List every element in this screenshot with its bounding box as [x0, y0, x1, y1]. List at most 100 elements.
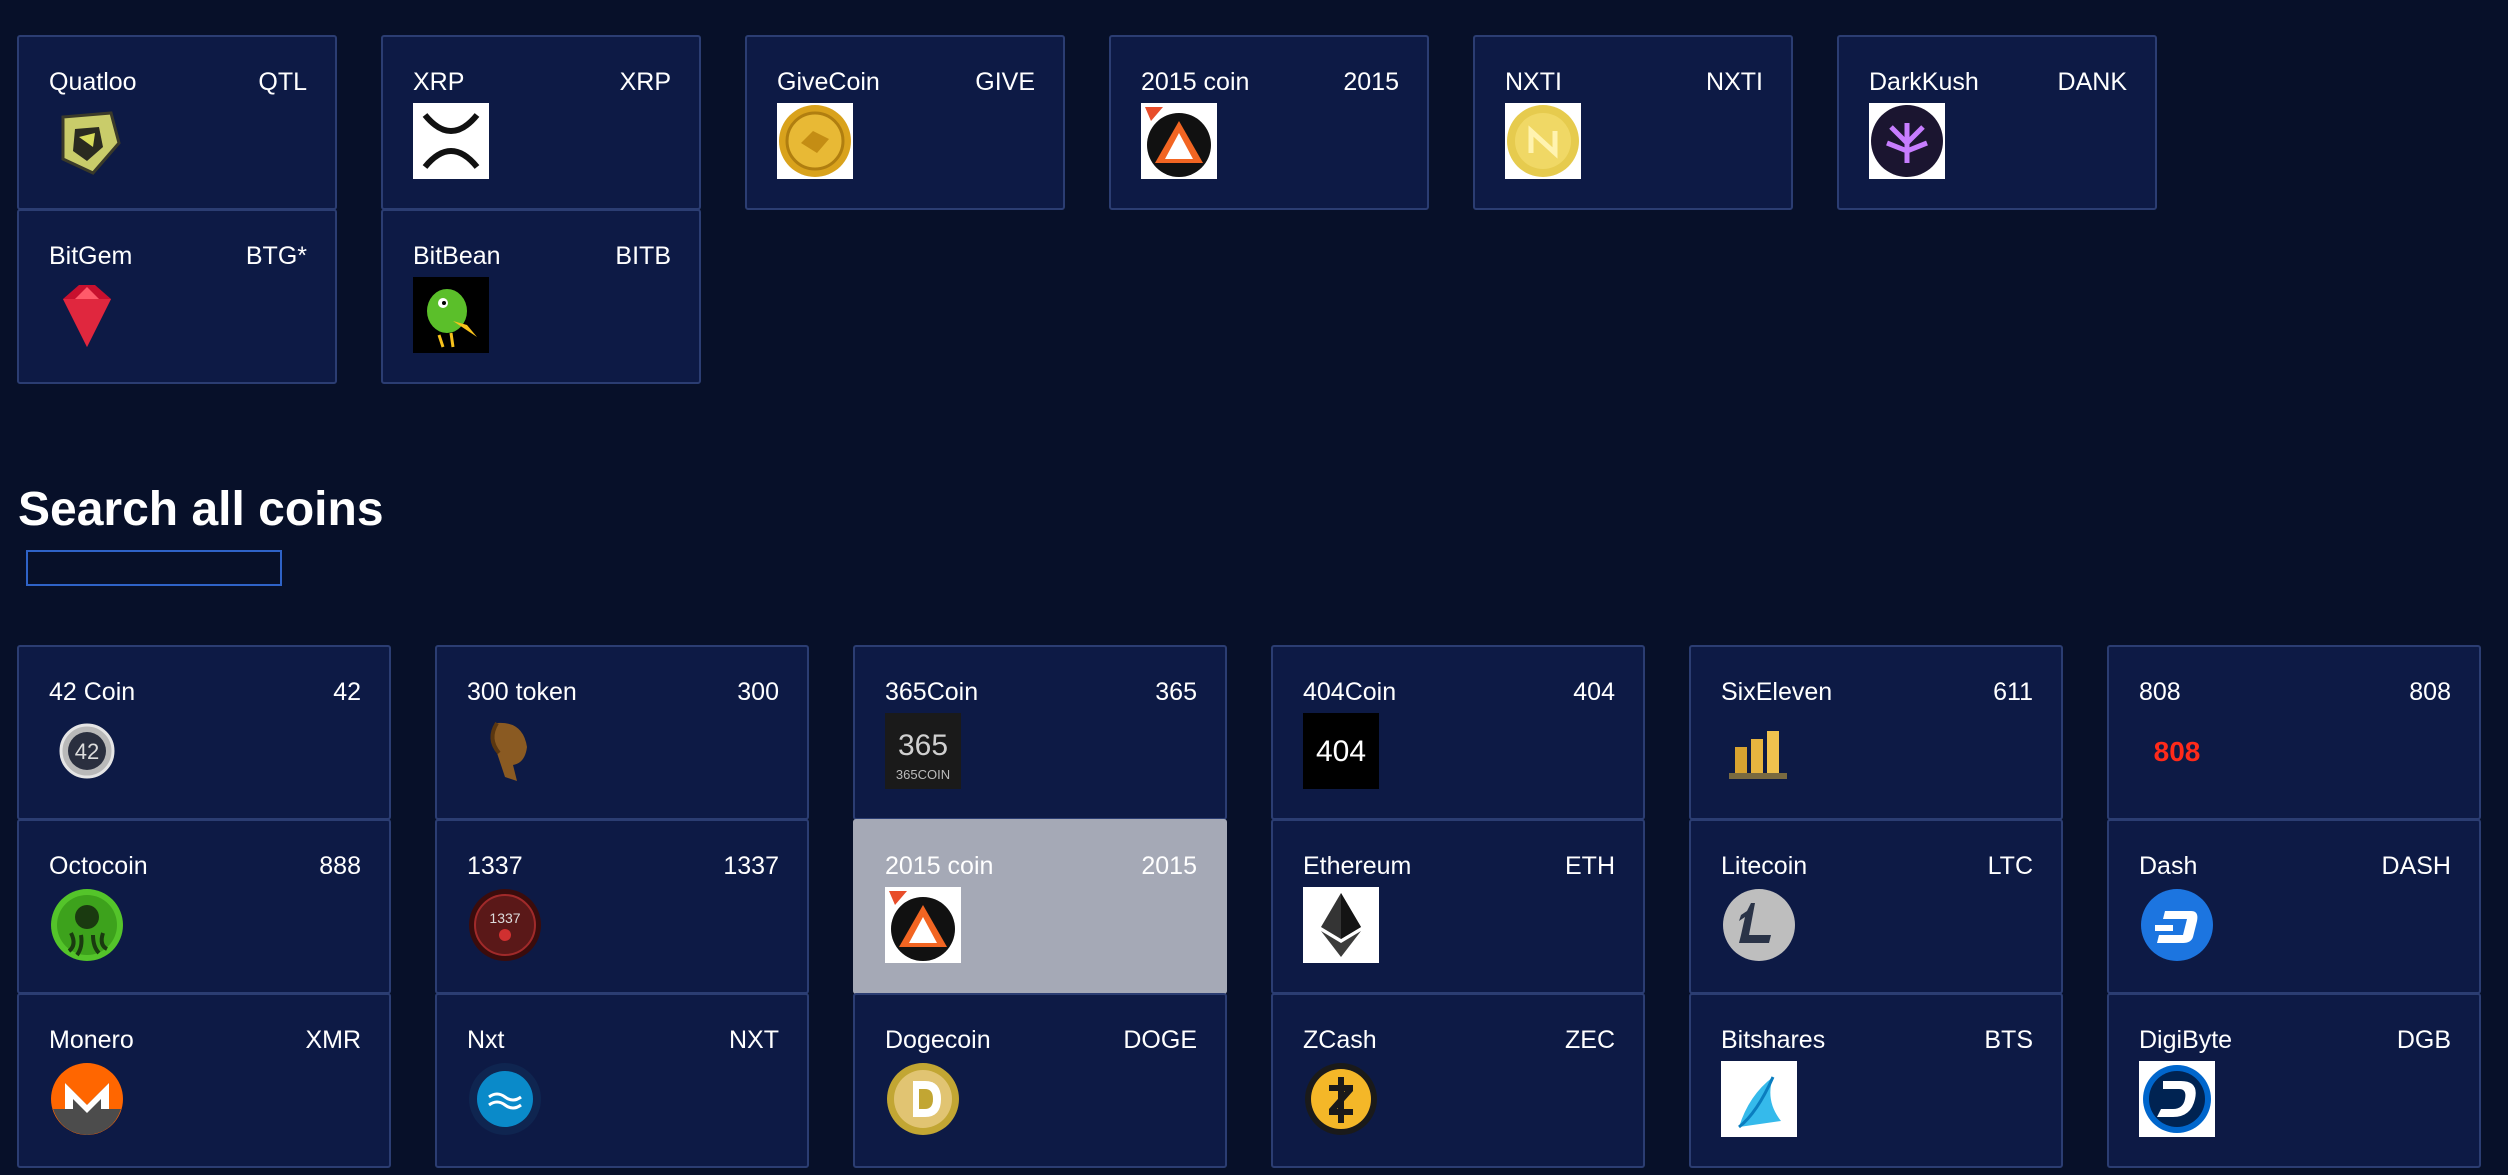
coin-search-input[interactable]	[26, 550, 282, 586]
365coin-icon: 365 365COIN	[885, 713, 961, 789]
coin-name: Litecoin	[1721, 852, 1808, 880]
coin-name: 365Coin	[885, 678, 979, 706]
coin-symbol: 2015	[1141, 852, 1197, 880]
coin-symbol: 42	[333, 678, 361, 706]
dash-icon	[2139, 887, 2215, 963]
xrp-icon	[413, 103, 489, 179]
coin-card-zcash[interactable]: ZCash ZEC	[1271, 993, 1645, 1168]
coin-card-sixeleven[interactable]: SixEleven 611	[1689, 645, 2063, 820]
coin-card-42coin[interactable]: 42 Coin 42 42	[17, 645, 391, 820]
quatloo-icon	[49, 103, 125, 179]
coin-card-365coin[interactable]: 365Coin 365 365 365COIN	[853, 645, 1227, 820]
coin-name: SixEleven	[1721, 678, 1833, 706]
dogecoin-icon	[885, 1061, 961, 1137]
digibyte-icon	[2139, 1061, 2215, 1137]
coin-symbol: DANK	[2057, 68, 2127, 96]
coin-symbol: 888	[319, 852, 361, 880]
bitshares-icon	[1721, 1061, 1797, 1137]
coin-name: 2015 coin	[885, 852, 994, 880]
coin-card-xrp[interactable]: XRP XRP	[381, 35, 701, 210]
coin-card-808[interactable]: 808 808 808	[2107, 645, 2481, 820]
svg-text:808: 808	[2154, 736, 2201, 767]
bitgem-icon	[49, 277, 125, 353]
darkkush-icon	[1869, 103, 1945, 179]
nxt-icon	[467, 1061, 543, 1137]
coin-name: 2015 coin	[1141, 68, 1250, 96]
octocoin-icon	[49, 887, 125, 963]
litecoin-icon	[1721, 887, 1797, 963]
coin-name: Dash	[2139, 852, 2198, 880]
coin-card-2015coin[interactable]: 2015 coin 2015	[1109, 35, 1429, 210]
coin-name: DarkKush	[1869, 68, 1979, 96]
coin-name: Octocoin	[49, 852, 148, 880]
coin-card-404coin[interactable]: 404Coin 404 404	[1271, 645, 1645, 820]
coin-symbol: BTS	[1984, 1026, 2033, 1054]
coin-symbol: LTC	[1987, 852, 2033, 880]
coin-symbol: BITB	[615, 242, 671, 270]
svg-text:42: 42	[75, 739, 99, 764]
svg-text:1337: 1337	[489, 910, 520, 926]
2015coin-icon	[1141, 103, 1217, 179]
coin-symbol: DOGE	[1123, 1026, 1197, 1054]
sixeleven-icon	[1721, 713, 1797, 789]
svg-text:365: 365	[898, 729, 948, 762]
givecoin-icon	[777, 103, 853, 179]
coin-card-nxti[interactable]: NXTI NXTI	[1473, 35, 1793, 210]
coin-name: BitBean	[413, 242, 501, 270]
coin-symbol: 808	[2409, 678, 2451, 706]
coin-card-bitbean[interactable]: BitBean BITB	[381, 209, 701, 384]
coin-symbol: NXTI	[1706, 68, 1763, 96]
coin-name: Nxt	[467, 1026, 505, 1054]
monero-icon	[49, 1061, 125, 1137]
2015coin-icon	[885, 887, 961, 963]
coin-name: Monero	[49, 1026, 134, 1054]
coin-card-dogecoin[interactable]: Dogecoin DOGE	[853, 993, 1227, 1168]
coin-card-bitshares[interactable]: Bitshares BTS	[1689, 993, 2063, 1168]
coin-card-quatloo[interactable]: Quatloo QTL	[17, 35, 337, 210]
coin-name: Quatloo	[49, 68, 137, 96]
coin-card-octocoin[interactable]: Octocoin 888	[17, 819, 391, 994]
coin-card-ethereum[interactable]: Ethereum ETH	[1271, 819, 1645, 994]
search-all-coins-heading: Search all coins	[18, 482, 384, 536]
coin-name: BitGem	[49, 242, 133, 270]
nxti-icon	[1505, 103, 1581, 179]
coin-name: ZCash	[1303, 1026, 1377, 1054]
404coin-icon: 404	[1303, 713, 1379, 789]
coin-name: 42 Coin	[49, 678, 136, 706]
coin-name: 404Coin	[1303, 678, 1397, 706]
coin-symbol: DGB	[2396, 1026, 2451, 1054]
coin-name: Bitshares	[1721, 1026, 1826, 1054]
coin-symbol: 1337	[723, 852, 779, 880]
coin-name: Dogecoin	[885, 1026, 991, 1054]
coin-card-litecoin[interactable]: Litecoin LTC	[1689, 819, 2063, 994]
coin-symbol: 365	[1155, 678, 1197, 706]
808-icon: 808	[2139, 713, 2215, 789]
coin-symbol: DASH	[2381, 852, 2451, 880]
coin-card-monero[interactable]: Monero XMR	[17, 993, 391, 1168]
coin-symbol: XRP	[619, 68, 671, 96]
coin-symbol: ETH	[1565, 852, 1615, 880]
coin-name: DigiByte	[2139, 1026, 2233, 1054]
ethereum-icon	[1303, 887, 1379, 963]
coin-card-givecoin[interactable]: GiveCoin GIVE	[745, 35, 1065, 210]
coin-symbol: QTL	[258, 68, 307, 96]
coin-picker-page: Quatloo QTL XRP XRP GiveCoin GIVE 2015 coin 201…	[0, 0, 2508, 1175]
coin-name: GiveCoin	[777, 68, 880, 96]
coin-card-2015coin[interactable]: 2015 coin 2015	[853, 819, 1227, 994]
coin-card-300token[interactable]: 300 token 300	[435, 645, 809, 820]
svg-text:365COIN: 365COIN	[896, 767, 950, 782]
coin-card-bitgem[interactable]: BitGem BTG*	[17, 209, 337, 384]
300token-icon	[467, 713, 543, 789]
coin-card-digibyte[interactable]: DigiByte DGB	[2107, 993, 2481, 1168]
coin-card-dash[interactable]: Dash DASH	[2107, 819, 2481, 994]
coin-symbol: 300	[737, 678, 779, 706]
svg-text:404: 404	[1316, 735, 1366, 768]
coin-name: Ethereum	[1303, 852, 1412, 880]
coin-card-darkkush[interactable]: DarkKush DANK	[1837, 35, 2157, 210]
coin-card-1337[interactable]: 1337 1337 1337	[435, 819, 809, 994]
coin-name: 1337	[467, 852, 523, 880]
bitbean-icon	[413, 277, 489, 353]
coin-name: 808	[2139, 678, 2181, 706]
1337-icon: 1337	[467, 887, 543, 963]
coin-card-nxt[interactable]: Nxt NXT	[435, 993, 809, 1168]
